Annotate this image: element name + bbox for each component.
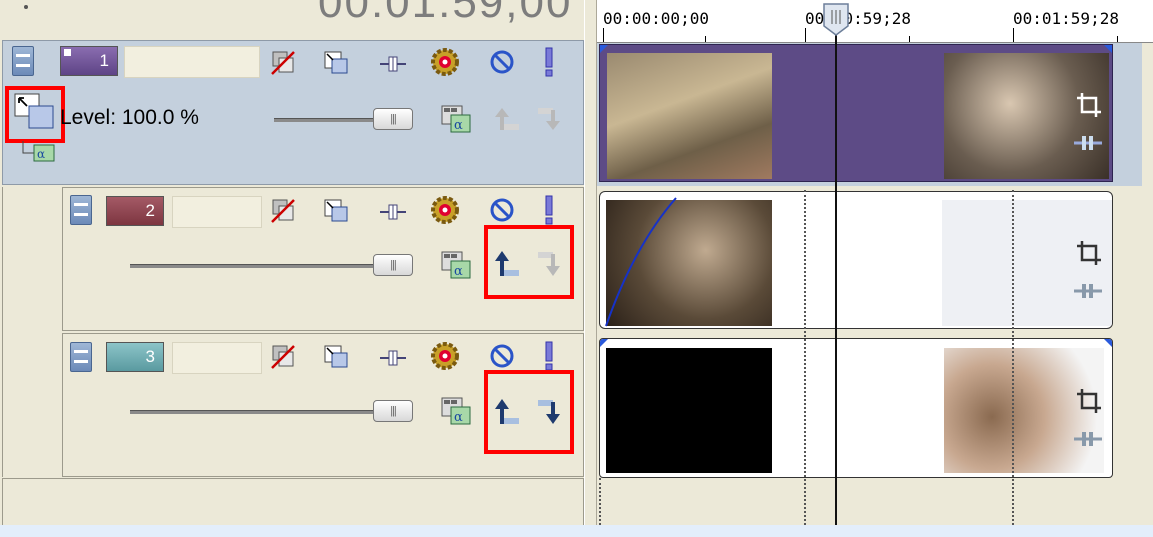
event-pan-crop-icon[interactable] [1074,238,1104,268]
track-fx-gear-icon[interactable] [430,341,460,371]
track-list-empty-area [2,478,584,525]
track-3-name-field[interactable] [172,342,262,374]
svg-text:α: α [454,410,463,425]
event-corner-marker [600,339,608,347]
make-child-down-arrow-icon[interactable] [536,396,566,428]
panel-dot [24,5,28,9]
track-3-level-thumb[interactable]: ||| [373,400,413,422]
ruler-minor-tick [1117,36,1118,42]
black-thumbnail-frame [606,348,772,473]
app-frame: 00:01:59;00 1 α Level: 100.0 % ||| α 2 |… [0,0,1153,525]
track-number-2[interactable]: 2 [106,196,164,226]
track-1-level-thumb[interactable]: ||| [373,108,413,130]
collapse-track-3-button[interactable] [70,342,92,372]
svg-text:α: α [37,147,45,161]
track-3-level-slider[interactable] [130,410,392,414]
compositing-mode-icon[interactable]: α [440,396,472,426]
svg-text:α: α [454,264,463,279]
track-2-name-field[interactable] [172,196,262,228]
track-fx-gear-icon[interactable] [430,47,460,77]
event-corner-marker [1104,45,1112,53]
ruler-minor-tick [909,36,910,42]
make-compositing-child-icon[interactable] [13,92,57,132]
parent-up-arrow-icon[interactable] [492,104,522,134]
event-fx-icon[interactable] [1072,428,1104,450]
event-pan-crop-icon[interactable] [1074,90,1104,120]
track-1-level-label: Level: 100.0 % [60,106,199,129]
playhead-handle-icon[interactable] [822,2,850,36]
event-corner-marker [1104,339,1112,347]
track-motion-icon[interactable] [378,202,408,222]
solo-icon[interactable] [542,47,556,77]
make-parent-up-arrow-icon[interactable] [492,248,522,280]
collapse-track-2-button[interactable] [70,195,92,225]
scale-track-icon[interactable] [323,50,349,76]
marker-line [804,190,806,525]
fade-in-curve[interactable] [604,196,680,328]
track-1-marker [64,49,71,56]
track-2-level-slider[interactable] [130,264,392,268]
ruler-minor-tick [705,36,706,42]
event-corner-marker [600,45,608,53]
track-1-name-field[interactable] [124,46,260,78]
track-header-panel: 00:01:59;00 1 α Level: 100.0 % ||| α 2 |… [0,0,584,525]
track-motion-icon[interactable] [378,348,408,368]
panel-splitter[interactable] [584,0,597,525]
mute-icon[interactable] [488,342,516,370]
make-child-down-arrow-icon[interactable] [536,248,566,280]
event-fx-icon[interactable] [1072,132,1104,154]
event-fx-icon[interactable] [1072,280,1104,302]
ruler-label-2: 00:01:59;28 [1013,9,1119,28]
thumbnail-frame-icon [607,53,772,179]
mute-icon[interactable] [488,48,516,76]
track-3-event[interactable] [599,338,1113,478]
ruler-label-1: 00:00:59;28 [805,9,911,28]
compositing-mode-icon[interactable]: α [440,104,472,134]
track-motion-icon[interactable] [378,54,408,74]
make-parent-up-arrow-icon[interactable] [492,396,522,428]
ruler-label-0: 00:00:00;00 [603,9,709,28]
bypass-motion-blur-icon[interactable] [270,50,296,76]
scale-track-icon[interactable] [323,344,349,370]
ruler-tick [603,28,604,42]
timeline-cursor[interactable] [835,22,837,525]
child-down-arrow-icon[interactable] [536,104,566,134]
track-1-event[interactable] [599,44,1113,182]
bypass-motion-blur-icon[interactable] [270,344,296,370]
marker-line [599,478,601,525]
timecode-display: 00:01:59;00 [318,0,573,27]
bypass-motion-blur-icon[interactable] [270,198,296,224]
svg-text:α: α [454,118,463,133]
compositing-alpha-icon[interactable]: α [20,139,58,163]
track-number-3[interactable]: 3 [106,342,164,372]
scale-track-icon[interactable] [323,198,349,224]
track-2-event[interactable] [599,191,1113,329]
time-ruler[interactable]: 00:00:00;00 00:00:59;28 00:01:59;28 [597,0,1153,43]
solo-icon[interactable] [542,195,556,225]
marker-line [1012,190,1014,525]
collapse-track-1-button[interactable] [12,46,34,76]
ruler-tick [805,28,806,42]
compositing-child-indent [2,187,62,477]
ruler-tick [1013,28,1014,42]
track-fx-gear-icon[interactable] [430,195,460,225]
track-2-level-thumb[interactable]: ||| [373,254,413,276]
mute-icon[interactable] [488,196,516,224]
solo-icon[interactable] [542,341,556,371]
event-pan-crop-icon[interactable] [1074,386,1104,416]
compositing-mode-icon[interactable]: α [440,250,472,280]
